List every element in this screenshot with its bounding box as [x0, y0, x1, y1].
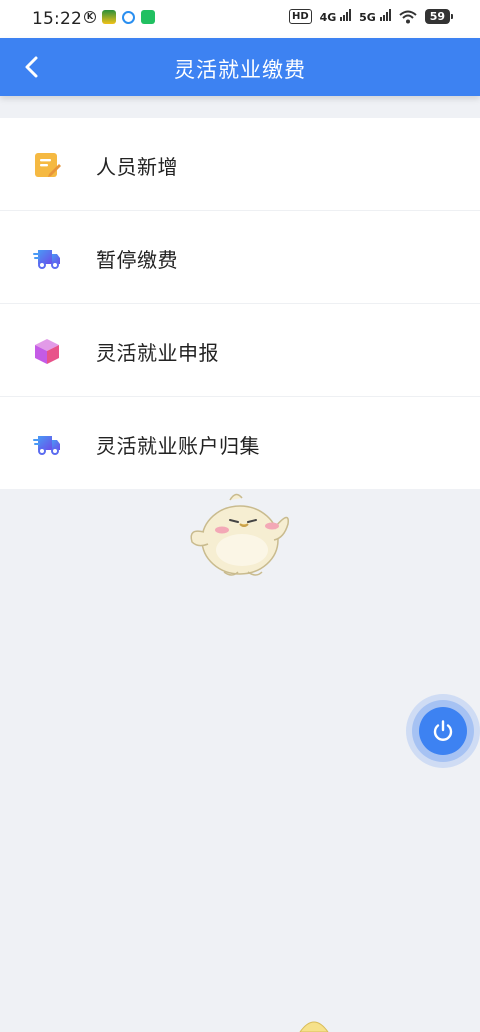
floating-power-button[interactable]	[406, 694, 480, 768]
menu-item-account-consolidation[interactable]: 灵活就业账户归集	[0, 397, 480, 489]
page-title: 灵活就业缴费	[174, 58, 306, 82]
notification-icons: K	[84, 10, 155, 24]
cube-box-icon	[35, 339, 59, 364]
power-button-core	[419, 707, 467, 755]
game-app-icon	[102, 10, 116, 24]
status-right: HD 4G 5G 59	[288, 9, 454, 24]
signal-5g-icon: 5G	[359, 9, 391, 24]
iqiyi-app-icon	[141, 10, 155, 24]
menu-item-label: 灵活就业申报	[96, 341, 219, 365]
truck-icon	[33, 250, 60, 269]
menu-item-label: 暂停缴费	[96, 248, 178, 272]
browser-app-icon	[122, 10, 135, 24]
menu-item-add-person[interactable]: 人员新增	[0, 118, 480, 211]
network-4g-label: 4G	[319, 11, 337, 24]
top-nav-bar: 灵活就业缴费	[0, 38, 480, 96]
status-time: 15:22	[32, 9, 82, 29]
wifi-icon	[399, 10, 417, 23]
menu-list: 人员新增 暂停缴费 灵活就业申报 灵活就业账户归集	[0, 118, 480, 489]
k-app-icon: K	[84, 11, 96, 23]
status-bar: 15:22 K HD 4G 5G 59	[0, 0, 480, 38]
edit-note-icon	[35, 153, 61, 177]
mascot-chick-illustration	[190, 493, 289, 576]
power-icon	[433, 720, 453, 741]
network-5g-label: 5G	[359, 11, 376, 24]
menu-item-label: 灵活就业账户归集	[96, 434, 260, 458]
menu-item-pause-payment[interactable]: 暂停缴费	[0, 211, 480, 304]
menu-item-label: 人员新增	[96, 155, 178, 179]
truck-icon	[33, 436, 60, 455]
battery-icon: 59	[424, 9, 454, 24]
signal-4g-icon: 4G	[320, 9, 352, 24]
menu-item-flexible-declaration[interactable]: 灵活就业申报	[0, 304, 480, 397]
hd-icon: HD	[288, 9, 312, 24]
